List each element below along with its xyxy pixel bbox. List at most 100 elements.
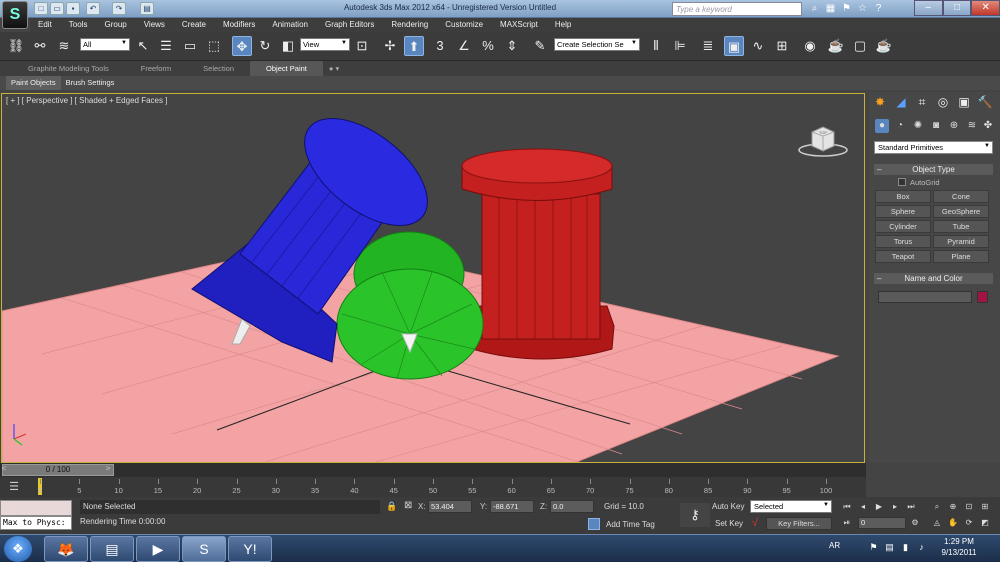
slider-next-arrow-icon[interactable]: >	[104, 464, 112, 476]
helpers-icon[interactable]: ⊕	[947, 119, 961, 133]
clock-date[interactable]: 9/13/2011	[934, 548, 984, 557]
lights-icon[interactable]: ✺	[911, 119, 925, 133]
new-scene-icon[interactable]: □	[34, 2, 48, 15]
menu-help[interactable]: Help	[547, 18, 580, 32]
object-type-rollout-header[interactable]: – Object Type	[874, 164, 993, 175]
mirror-icon[interactable]: ⫴	[646, 36, 666, 56]
time-slider-thumb[interactable]: 0 / 100	[2, 464, 114, 476]
zoom-all-icon[interactable]: ⊕	[948, 502, 958, 512]
snaps-toggle-icon[interactable]: 3	[430, 36, 450, 56]
tab-selection[interactable]: Selection	[187, 61, 250, 76]
select-rotate-icon[interactable]: ↻	[255, 36, 275, 56]
yahoo-messenger-taskbar-icon[interactable]: Y!	[228, 536, 272, 562]
menu-group[interactable]: Group	[96, 18, 135, 32]
help-icon[interactable]: ?	[872, 2, 885, 15]
object-color-swatch[interactable]	[977, 291, 988, 303]
favorites-star-icon[interactable]: ☆	[856, 2, 869, 15]
maxscript-mini-listener[interactable]: Max to Physc:	[0, 516, 72, 530]
open-file-icon[interactable]: ▭	[50, 2, 64, 15]
spacewarps-icon[interactable]: ≋	[965, 119, 979, 133]
select-manipulate-icon[interactable]: ✢	[380, 36, 400, 56]
select-move-icon[interactable]: ✥	[232, 36, 252, 56]
x-coordinate-field[interactable]: 53.404	[428, 500, 472, 513]
time-tag-icon[interactable]	[588, 518, 600, 530]
tab-object-paint[interactable]: Object Paint	[250, 61, 323, 76]
set-key-button[interactable]: Set Key	[715, 519, 743, 528]
keyboard-shortcut-override-icon[interactable]: ⬆	[404, 36, 424, 56]
communication-center-icon[interactable]: ⚑	[840, 2, 853, 15]
named-selection-dropdown[interactable]: Create Selection Se	[554, 38, 640, 51]
name-and-color-rollout-header[interactable]: – Name and Color	[874, 273, 993, 284]
close-button[interactable]: ✕	[971, 0, 1000, 16]
select-object-icon[interactable]: ↖	[133, 36, 153, 56]
select-scale-icon[interactable]: ◧	[278, 36, 298, 56]
time-slider[interactable]: 0 / 100 < >	[0, 463, 866, 477]
red-spool-object[interactable]	[461, 148, 615, 360]
y-coordinate-field[interactable]: -88.671	[490, 500, 534, 513]
angle-snap-icon[interactable]: ∠	[454, 36, 474, 56]
track-bar[interactable]: ☰ 0 5 10 15 20 25 30 35 40 45 50 55 60 65 70 75 80 85 90 95…	[0, 477, 866, 497]
viewport-label[interactable]: [ + ] [ Perspective ] [ Shaded + Edged F…	[6, 96, 167, 105]
menu-customize[interactable]: Customize	[437, 18, 492, 32]
utilities-tab-icon[interactable]: 🔨	[977, 94, 993, 110]
add-time-tag[interactable]: Add Time Tag	[606, 520, 655, 529]
align-icon[interactable]: ⊫	[670, 36, 690, 56]
zoom-extents-all-icon[interactable]: ⊞	[980, 502, 990, 512]
maximize-button[interactable]: □	[942, 0, 972, 16]
minimize-button[interactable]: –	[914, 0, 943, 16]
display-tab-icon[interactable]: ▣	[956, 94, 972, 110]
pyramid-button[interactable]: Pyramid	[933, 235, 989, 248]
menu-views[interactable]: Views	[136, 18, 174, 32]
next-frame-icon[interactable]: ▸	[890, 502, 900, 512]
selection-filter-dropdown[interactable]: All	[80, 38, 130, 51]
edit-named-selection-icon[interactable]: ✎	[530, 36, 550, 56]
zoom-icon[interactable]: ⌕	[932, 502, 942, 512]
menu-modifiers[interactable]: Modifiers	[215, 18, 264, 32]
zoom-extents-icon[interactable]: ⊡	[964, 502, 974, 512]
shapes-icon[interactable]: ◔	[893, 119, 907, 133]
plane-button[interactable]: Plane	[933, 250, 989, 263]
z-coordinate-field[interactable]: 0.0	[550, 500, 594, 513]
keyword-search-input[interactable]: Type a keyword	[672, 2, 802, 16]
region-select-icon[interactable]: ▭	[180, 36, 200, 56]
previous-frame-icon[interactable]: ◂	[858, 502, 868, 512]
torus-button[interactable]: Torus	[875, 235, 931, 248]
save-file-icon[interactable]: ▪	[66, 2, 80, 15]
absolute-mode-icon[interactable]: ⊠	[404, 500, 412, 511]
cone-button[interactable]: Cone	[933, 190, 989, 203]
go-to-start-icon[interactable]: ⏮	[842, 502, 852, 512]
menu-maxscript[interactable]: MAXScript	[492, 18, 547, 32]
menu-rendering[interactable]: Rendering	[383, 18, 437, 32]
create-tab-icon[interactable]: ✸	[872, 94, 888, 110]
app-logo-icon[interactable]: S	[2, 1, 28, 29]
tray-network-icon[interactable]: ▤	[884, 542, 895, 553]
default-tangent-icon[interactable]: √	[752, 517, 758, 529]
reference-coordinate-dropdown[interactable]: View	[300, 38, 350, 51]
menu-tools[interactable]: Tools	[61, 18, 97, 32]
window-crossing-icon[interactable]: ⬚	[204, 36, 224, 56]
set-key-icon[interactable]: ⚷	[680, 503, 710, 527]
menu-create[interactable]: Create	[174, 18, 215, 32]
field-of-view-icon[interactable]: ◬	[932, 518, 942, 528]
current-frame-field[interactable]: 0	[858, 517, 906, 529]
language-indicator[interactable]: AR	[829, 541, 840, 550]
autogrid-checkbox[interactable]	[898, 178, 906, 186]
link-icon[interactable]: ⛓	[6, 36, 26, 56]
tray-battery-icon[interactable]: ▮	[900, 542, 911, 553]
menu-edit[interactable]: Edit	[30, 18, 61, 32]
material-editor-icon[interactable]: ◉	[800, 36, 820, 56]
3dsmax-taskbar-icon[interactable]: S	[182, 536, 226, 562]
menu-graph-editors[interactable]: Graph Editors	[317, 18, 383, 32]
panel-brush-settings[interactable]: Brush Settings	[61, 76, 120, 90]
tab-graphite-modeling-tools[interactable]: Graphite Modeling Tools	[12, 61, 125, 76]
auto-key-button[interactable]: Auto Key	[712, 502, 744, 511]
percent-snap-icon[interactable]: %	[478, 36, 498, 56]
go-to-end-icon[interactable]: ⏭	[906, 502, 916, 512]
mini-curve-editor-icon[interactable]: ☰	[6, 480, 22, 494]
teapot-button[interactable]: Teapot	[875, 250, 931, 263]
curve-editor-icon[interactable]: ∿	[748, 36, 768, 56]
project-folder-icon[interactable]: ▤	[140, 2, 154, 15]
redo-icon[interactable]: ↷	[112, 2, 126, 15]
tube-button[interactable]: Tube	[933, 220, 989, 233]
layer-manager-icon[interactable]: ≣	[698, 36, 718, 56]
